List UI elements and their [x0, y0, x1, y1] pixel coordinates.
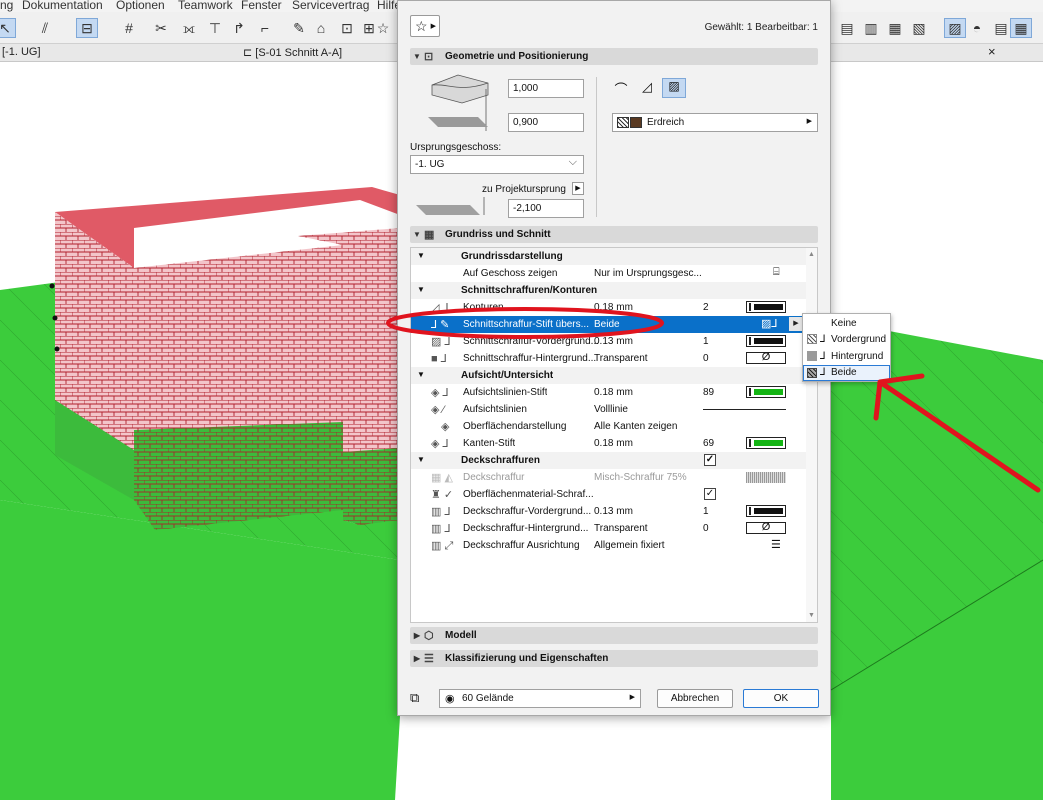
red-arrow-annotation [873, 373, 1041, 493]
annotation-overlay [386, 307, 1041, 493]
red-circle-annotation [386, 307, 664, 339]
archicad-window: ng Dokumentation Optionen Teamwork Fenst… [0, 0, 1043, 800]
